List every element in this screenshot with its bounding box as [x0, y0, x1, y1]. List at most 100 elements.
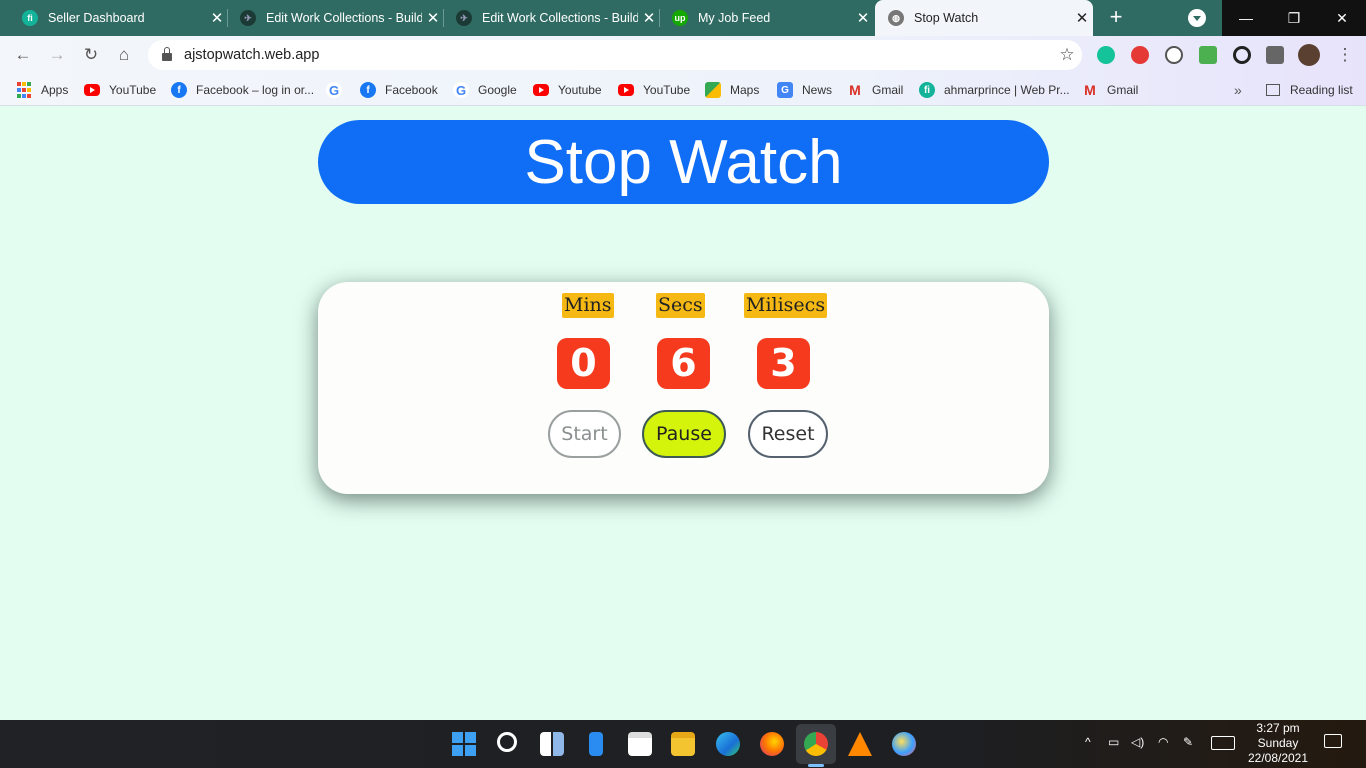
puzzle-icon[interactable]	[1266, 46, 1284, 64]
secs-display: 6	[657, 338, 710, 389]
tab-seller-dashboard[interactable]: fi Seller Dashboard ✕	[0, 0, 228, 36]
minimize-icon[interactable]: —	[1222, 0, 1270, 36]
youtube-icon	[84, 84, 100, 96]
widgets-icon[interactable]	[540, 732, 564, 756]
close-icon[interactable]: ✕	[638, 9, 660, 27]
tab-edit-work-collections[interactable]: ✈ Edit Work Collections - Build ✕	[228, 0, 444, 36]
grammarly-icon[interactable]	[1097, 46, 1115, 64]
bookmark-label: Facebook	[385, 83, 438, 97]
new-tab-button[interactable]: +	[1104, 6, 1128, 30]
mins-label: Mins	[562, 293, 614, 318]
clock-date: 22/08/2021	[1247, 751, 1309, 765]
firefox-icon[interactable]	[760, 732, 784, 756]
adblock-icon[interactable]	[1131, 46, 1149, 64]
avatar[interactable]	[1298, 44, 1320, 66]
forward-icon[interactable]: →	[46, 44, 68, 66]
bookmark-label: Google	[478, 83, 517, 97]
page-title: Stop Watch	[318, 120, 1049, 204]
menu-icon[interactable]: ⋮	[1334, 44, 1356, 66]
bookmark-apps[interactable]: Apps	[16, 80, 68, 100]
globe-icon: ◍	[888, 10, 904, 26]
paint-icon[interactable]	[892, 732, 916, 756]
close-window-icon[interactable]: ✕	[1318, 0, 1366, 36]
chrome-icon[interactable]	[804, 732, 828, 756]
bookmark-label: YouTube	[109, 83, 157, 97]
search-icon[interactable]	[497, 732, 517, 752]
notifications-icon[interactable]	[1324, 734, 1342, 748]
url-text: ajstopwatch.web.app	[184, 47, 320, 63]
reset-button[interactable]: Reset	[748, 410, 828, 458]
bookmark-label: Gmail	[1107, 83, 1139, 97]
file-explorer-icon[interactable]	[671, 732, 695, 756]
taskbar: ^ ▭ ◁) ◠ ✎ 3:27 pm Sunday 22/08/2021	[0, 720, 1366, 768]
bookmark-gmail-2[interactable]: M Gmail	[1082, 80, 1138, 100]
bookmark-maps[interactable]: Maps	[705, 80, 759, 100]
bookmark-youtube-2[interactable]: Youtube	[533, 80, 602, 100]
keyboard-icon[interactable]	[1211, 736, 1235, 750]
reading-list-button[interactable]: Reading list	[1266, 80, 1353, 100]
start-icon[interactable]	[452, 732, 476, 756]
address-bar[interactable]: ajstopwatch.web.app ☆	[148, 40, 1082, 70]
sync-icon[interactable]	[1233, 46, 1251, 64]
bookmark-label: Apps	[41, 83, 69, 97]
extension-icon[interactable]	[1199, 46, 1217, 64]
bookmark-facebook[interactable]: f Facebook	[360, 80, 438, 100]
wifi-icon[interactable]: ◠	[1158, 735, 1168, 749]
tab-stop-watch[interactable]: ◍ Stop Watch ✕	[875, 0, 1093, 36]
bookmarks-overflow-button[interactable]: »	[1234, 80, 1242, 100]
start-button[interactable]: Start	[548, 410, 621, 458]
bookmark-label: Gmail	[872, 83, 904, 97]
fiverr-icon: fi	[22, 10, 38, 26]
pen-icon[interactable]: ✎	[1183, 735, 1193, 749]
home-icon[interactable]: ⌂	[113, 44, 135, 66]
reload-icon[interactable]: ↻	[80, 44, 102, 66]
edge-icon[interactable]	[716, 732, 740, 756]
bookmark-google[interactable]: G Google	[453, 80, 517, 100]
bookmark-youtube[interactable]: YouTube	[84, 80, 156, 100]
tab-edit-work-collections-2[interactable]: ✈ Edit Work Collections - Build ✕	[444, 0, 660, 36]
facebook-icon: f	[360, 82, 376, 98]
milisecs-display: 3	[757, 338, 810, 389]
bookmark-facebook-login[interactable]: f Facebook – log in or...	[171, 80, 314, 100]
restore-icon[interactable]: ❐	[1270, 0, 1318, 36]
close-icon[interactable]: ✕	[1071, 9, 1093, 27]
taskbar-clock[interactable]: 3:27 pm Sunday 22/08/2021	[1236, 721, 1320, 766]
tab-title: Stop Watch	[914, 11, 979, 25]
close-icon[interactable]: ✕	[852, 9, 874, 27]
close-icon[interactable]: ✕	[422, 9, 444, 27]
bookmark-label: Youtube	[558, 83, 602, 97]
secs-label: Secs	[656, 293, 705, 318]
store-icon[interactable]	[628, 732, 652, 756]
stopwatch-card: Mins Secs Milisecs 0 6 3 Start Pause Res…	[318, 282, 1049, 494]
apps-icon	[16, 82, 32, 98]
google-icon: G	[326, 82, 342, 98]
bookmark-news[interactable]: G News	[777, 80, 832, 100]
behance-icon: ✈	[240, 10, 256, 26]
lock-icon	[162, 47, 172, 61]
chevron-up-icon[interactable]: ^	[1085, 735, 1091, 749]
phone-icon[interactable]	[589, 732, 603, 756]
bookmark-ahmarprince[interactable]: fi ahmarprince | Web Pr...	[919, 80, 1070, 100]
back-icon[interactable]: ←	[12, 44, 34, 66]
bookmark-youtube-3[interactable]: YouTube	[618, 80, 690, 100]
reading-list-icon	[1266, 84, 1280, 96]
volume-icon[interactable]: ◁)	[1131, 735, 1144, 749]
tab-search-icon[interactable]	[1188, 9, 1206, 27]
bookmark-star-icon[interactable]: ☆	[1052, 45, 1082, 65]
tab-title: My Job Feed	[698, 11, 771, 25]
facebook-icon: f	[171, 82, 187, 98]
bookmark-google-blank[interactable]: G	[326, 80, 351, 100]
vlc-icon[interactable]	[848, 732, 872, 756]
pause-button[interactable]: Pause	[642, 410, 726, 458]
tab-my-job-feed[interactable]: up My Job Feed ✕	[660, 0, 874, 36]
battery-icon[interactable]: ▭	[1108, 735, 1119, 749]
close-icon[interactable]: ✕	[206, 9, 228, 27]
speed-icon[interactable]	[1165, 46, 1183, 64]
browser-toolbar: ← → ↻ ⌂ ajstopwatch.web.app ☆ ⋮	[0, 36, 1366, 74]
bookmark-label: Facebook – log in or...	[196, 83, 315, 97]
clock-day: Sunday	[1257, 736, 1299, 750]
bookmark-gmail[interactable]: M Gmail	[847, 80, 903, 100]
youtube-icon	[533, 84, 549, 96]
active-app-indicator	[808, 764, 824, 767]
bookmark-label: ahmarprince | Web Pr...	[944, 83, 1070, 97]
